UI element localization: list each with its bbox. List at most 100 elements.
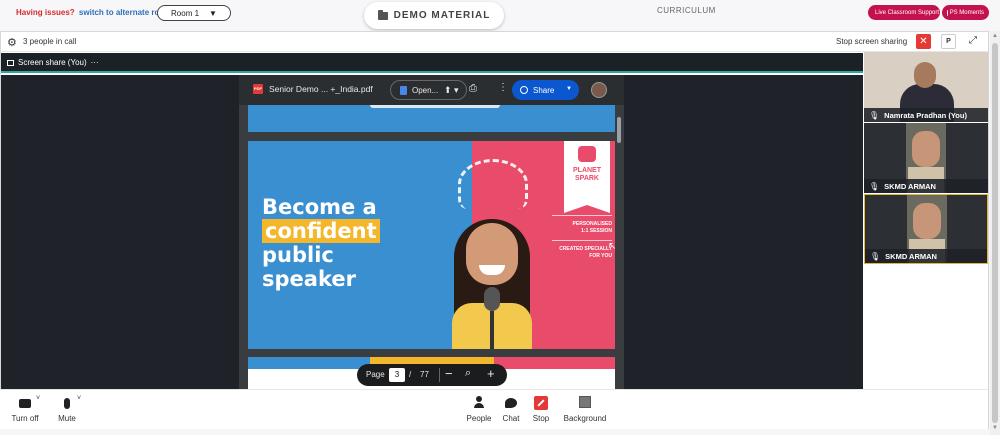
microphone-icon: 🎙 — [869, 110, 880, 120]
live-support-label: Live Classroom Support — [875, 9, 940, 16]
issues-notice: Having issues? switch to alternate room — [16, 8, 171, 17]
pdf-toolbar: PDF Senior Demo ... +_India.pdf Open... … — [239, 75, 624, 105]
participant-name-bar: 🎙 SKMD ARMAN — [865, 249, 987, 263]
chat-button[interactable]: Chat — [499, 396, 523, 423]
demo-material-button[interactable]: DEMO MATERIAL — [364, 2, 504, 29]
people-button[interactable]: People — [465, 396, 493, 423]
microphone-icon — [56, 396, 78, 411]
zoom-in-icon[interactable]: + — [487, 366, 495, 381]
video-call-page: Having issues? switch to alternate room … — [0, 0, 1000, 435]
screen-share-tab-label: Screen share (You) — [18, 58, 87, 67]
scroll-up-icon[interactable]: ▲ — [992, 33, 998, 39]
robot-logo-icon — [578, 146, 596, 162]
turn-off-camera-button[interactable]: ˅ Turn off — [10, 395, 40, 423]
more-vert-icon[interactable]: ⋮ — [498, 82, 508, 93]
scroll-down-icon[interactable]: ▼ — [992, 425, 998, 431]
open-with-button[interactable]: Open... ⬆ ▾ — [390, 80, 467, 100]
room-select-value: Room 1 — [171, 8, 200, 18]
scrollbar-thumb[interactable] — [992, 43, 998, 423]
gear-icon[interactable]: ⚙ — [7, 36, 17, 49]
next-slide-pink — [494, 357, 615, 369]
expand-icon[interactable]: ⤢ — [969, 35, 977, 46]
participant-tile[interactable]: 🎙 SKMD ARMAN — [864, 123, 988, 193]
stop-share-button[interactable]: Stop — [530, 396, 552, 423]
slide-title: Become a confident public speaker — [262, 195, 380, 291]
people-count: 3 people in call — [23, 37, 77, 46]
total-pages: 77 — [420, 370, 429, 379]
participant-name-bar: 🎙 SKMD ARMAN — [864, 179, 988, 193]
slide-title-line2: confident — [262, 219, 380, 243]
close-icon[interactable]: ✕ — [916, 34, 931, 49]
share-button[interactable]: Share ▼ — [512, 80, 579, 100]
caret-down-icon: ▼ — [209, 8, 217, 18]
top-bar: Having issues? switch to alternate room … — [0, 0, 1000, 30]
microphone-graphic — [484, 287, 500, 311]
zoom-fit-icon[interactable]: ⌕ — [465, 367, 471, 380]
background-button[interactable]: Background — [562, 396, 608, 423]
page-number-input[interactable]: 3 — [389, 368, 405, 382]
curriculum-tab[interactable]: CURRICULUM — [657, 6, 716, 15]
microphone-icon: 🎙 — [869, 181, 880, 191]
stop-share-icon — [530, 396, 552, 411]
participant-head — [914, 62, 936, 88]
participant-tile[interactable]: 🎙 Namrata Pradhan (You) — [864, 52, 988, 122]
mute-button[interactable]: ˅ Mute — [56, 395, 81, 423]
previous-slide — [248, 105, 615, 132]
page-scrollbar[interactable]: ▲ ▼ — [990, 31, 1000, 435]
share-label: Share — [533, 85, 555, 95]
caret-down-icon[interactable]: ▼ — [566, 86, 572, 92]
stop-screen-sharing-label[interactable]: Stop screen sharing — [836, 37, 907, 46]
presenter-button[interactable]: P — [941, 34, 956, 49]
slide-info-3: CREATED SPECIALLY — [559, 246, 612, 252]
call-controls-bar: ˅ Turn off ˅ Mute People Chat Stop Backg… — [0, 389, 988, 429]
slide-info-2: 1:1 SESSION — [581, 228, 612, 234]
slide-info-4: FOR YOU — [589, 253, 612, 259]
participant-tile-active-speaker[interactable]: 🎙 SKMD ARMAN — [864, 194, 988, 264]
more-options-icon[interactable]: ··· — [91, 58, 99, 67]
pdf-file-icon: PDF — [253, 84, 263, 94]
open-with-label: Open... — [412, 86, 439, 95]
screen-share-tab[interactable]: Screen share (You) ··· — [7, 58, 99, 67]
page-navigation-bar: Page 3 / 77 − ⌕ + — [357, 364, 507, 386]
demo-material-label: DEMO MATERIAL — [393, 10, 491, 21]
chat-icon — [499, 396, 523, 411]
turn-off-label: Turn off — [11, 414, 39, 423]
add-to-drive-icon[interactable]: ⬆ ▾ — [444, 85, 459, 96]
monitor-icon — [7, 59, 14, 66]
planet-spark-logo: PLANET SPARK — [564, 141, 610, 213]
person-icon — [465, 396, 493, 411]
slide-text-cut — [370, 105, 500, 108]
mic-stand-graphic — [490, 311, 494, 349]
background-label: Background — [563, 414, 607, 423]
print-icon[interactable]: ⎙ — [469, 83, 477, 94]
pdf-viewer: PDF Senior Demo ... +_India.pdf Open... … — [239, 75, 624, 389]
kid-face — [913, 203, 941, 239]
logo-line1: PLANET — [573, 167, 601, 174]
avatar[interactable] — [591, 82, 607, 98]
screen-share-bar: Screen share (You) ··· — [1, 53, 863, 73]
chevron-down-icon[interactable]: ˅ — [36, 395, 40, 402]
participant-name: SKMD ARMAN — [884, 181, 936, 191]
people-label: People — [466, 414, 492, 423]
call-frame: ⚙ 3 people in call Stop screen sharing ✕… — [0, 31, 989, 429]
folder-icon — [377, 9, 388, 20]
chevron-down-icon[interactable]: ˅ — [77, 395, 81, 402]
slide-info: PERSONALISED 1:1 SESSION CREATED SPECIAL… — [548, 215, 612, 260]
issues-text: Having issues? — [16, 8, 75, 17]
pdf-page-content: Become a confident public speaker PLANET… — [248, 105, 615, 389]
girl-face — [466, 223, 518, 285]
docs-icon — [400, 86, 407, 95]
zoom-out-icon[interactable]: − — [445, 366, 453, 381]
current-slide: Become a confident public speaker PLANET… — [248, 141, 615, 349]
participant-name: Namrata Pradhan (You) — [884, 110, 967, 120]
ps-moments-button[interactable]: PS Moments — [942, 5, 989, 20]
divider — [552, 240, 612, 241]
background-icon — [562, 396, 608, 411]
slide-title-line1: Become a — [262, 195, 377, 219]
slide-title-line3: public — [262, 243, 334, 267]
pdf-scrollbar[interactable] — [617, 117, 621, 143]
live-support-button[interactable]: Live Classroom Support — [868, 5, 940, 20]
microphone-icon: 🎙 — [870, 251, 881, 261]
room-select[interactable]: Room 1 ▼ — [157, 5, 231, 21]
call-header: ⚙ 3 people in call Stop screen sharing ✕… — [1, 32, 988, 52]
